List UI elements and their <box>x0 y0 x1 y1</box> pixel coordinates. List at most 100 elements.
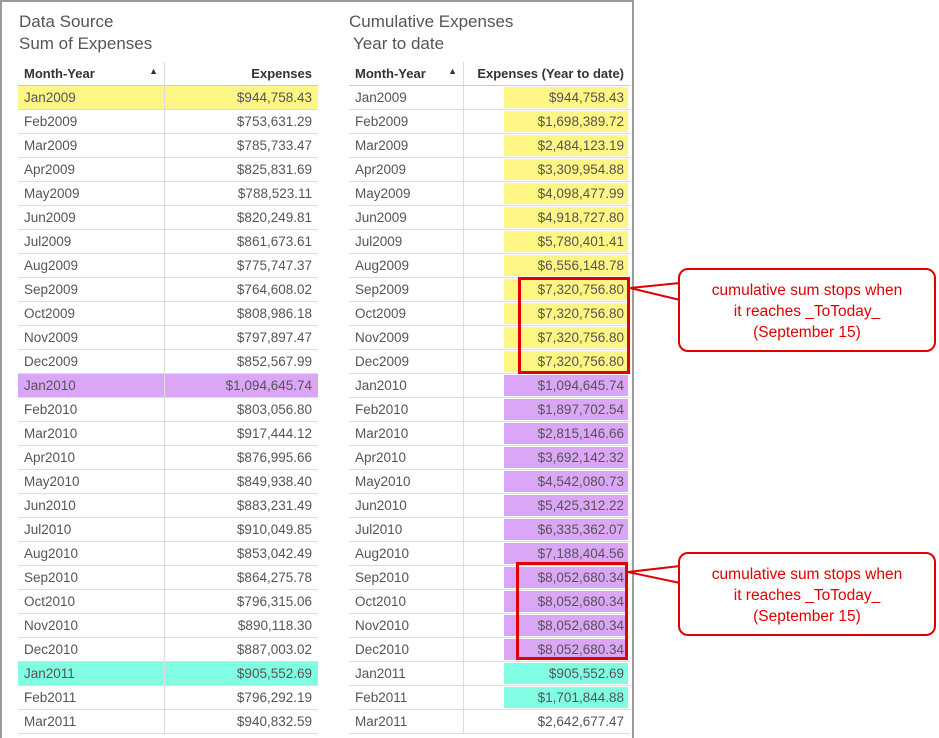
month-cell: Aug2009 <box>18 253 165 278</box>
table-row[interactable]: Jan2010 $1,094,645.74 <box>349 373 630 398</box>
table-row[interactable]: May2010 $849,938.40 <box>18 469 318 494</box>
table-row[interactable]: Dec2010 $887,003.02 <box>18 637 318 662</box>
table-row[interactable]: Jun2009 $4,918,727.80 <box>349 205 630 230</box>
table-row[interactable]: Jan2011 $905,552.69 <box>349 661 630 686</box>
table-row[interactable]: Mar2011 $940,832.59 <box>18 709 318 734</box>
table-row[interactable]: Jan2009 $944,758.43 <box>349 85 630 110</box>
column-header-expenses-ytd[interactable]: Expenses (Year to date) <box>463 62 630 86</box>
cumulative-expenses-cell: $3,692,142.32 <box>463 445 630 470</box>
cumulative-expenses-cell: $6,335,362.07 <box>463 517 630 542</box>
table-row[interactable]: Mar2009 $785,733.47 <box>18 133 318 158</box>
table-row[interactable]: Nov2009 $797,897.47 <box>18 325 318 350</box>
month-cell: Jun2009 <box>349 205 464 230</box>
table-row[interactable]: Feb2010 $803,056.80 <box>18 397 318 422</box>
table-row[interactable]: Dec2009 $852,567.99 <box>18 349 318 374</box>
table-row[interactable]: Feb2009 $753,631.29 <box>18 109 318 134</box>
table-row[interactable]: Mar2009 $2,484,123.19 <box>349 133 630 158</box>
table-row[interactable]: Aug2009 $6,556,148.78 <box>349 253 630 278</box>
table-row[interactable]: Feb2011 $796,292.19 <box>18 685 318 710</box>
table-row[interactable]: May2009 $4,098,477.99 <box>349 181 630 206</box>
expenses-cell: $825,831.69 <box>164 157 318 182</box>
table-row[interactable]: Aug2009 $775,747.37 <box>18 253 318 278</box>
table-row[interactable]: Feb2011 $1,701,844.88 <box>349 685 630 710</box>
expenses-cell: $849,938.40 <box>164 469 318 494</box>
table-row[interactable]: Jun2009 $820,249.81 <box>18 205 318 230</box>
expenses-cell: $808,986.18 <box>164 301 318 326</box>
table-row[interactable]: Mar2010 $2,815,146.66 <box>349 421 630 446</box>
expenses-cell: $775,747.37 <box>164 253 318 278</box>
month-cell: Mar2009 <box>18 133 165 158</box>
table-row[interactable]: May2009 $788,523.11 <box>18 181 318 206</box>
month-cell: Oct2009 <box>18 301 165 326</box>
left-title: Data Source Sum of Expenses <box>19 11 152 55</box>
table-row[interactable]: Aug2010 $853,042.49 <box>18 541 318 566</box>
table-row[interactable]: Apr2009 $3,309,954.88 <box>349 157 630 182</box>
table-row[interactable]: Mar2010 $917,444.12 <box>18 421 318 446</box>
month-cell: Feb2011 <box>349 685 464 710</box>
table-row[interactable]: Jan2009 $944,758.43 <box>18 85 318 110</box>
cumulative-expenses-cell: $2,815,146.66 <box>463 421 630 446</box>
data-source-table: Month-Year ▲ Expenses Jan2009 $944,758.43 Feb… <box>18 62 318 734</box>
month-cell: Jul2010 <box>18 517 165 542</box>
sort-ascending-icon[interactable]: ▲ <box>149 66 158 76</box>
table-row[interactable]: Sep2009 $764,608.02 <box>18 277 318 302</box>
month-cell: Apr2010 <box>18 445 165 470</box>
table-row[interactable]: Apr2010 $3,692,142.32 <box>349 445 630 470</box>
month-cell: Nov2010 <box>18 613 165 638</box>
month-cell: Jan2010 <box>18 373 165 398</box>
expenses-cell: $887,003.02 <box>164 637 318 662</box>
month-cell: May2009 <box>18 181 165 206</box>
table-row[interactable]: Jan2011 $905,552.69 <box>18 661 318 686</box>
sort-ascending-icon[interactable]: ▲ <box>448 66 457 76</box>
expenses-cell: $910,049.85 <box>164 517 318 542</box>
table-row[interactable]: Jul2010 $910,049.85 <box>18 517 318 542</box>
table-row[interactable]: Jul2010 $6,335,362.07 <box>349 517 630 542</box>
table-row[interactable]: Feb2009 $1,698,389.72 <box>349 109 630 134</box>
table-row[interactable]: Sep2010 $864,275.78 <box>18 565 318 590</box>
callout-2009: cumulative sum stops when it reaches _ToT… <box>678 268 936 352</box>
right-title-line2: Year to date <box>353 34 445 53</box>
callout-2010: cumulative sum stops when it reaches _ToT… <box>678 552 936 636</box>
table-row[interactable]: Oct2010 $796,315.06 <box>18 589 318 614</box>
table-row[interactable]: Jul2009 $861,673.61 <box>18 229 318 254</box>
month-cell: Oct2010 <box>18 589 165 614</box>
column-header-month-year[interactable]: Month-Year ▲ <box>349 62 464 86</box>
cumulative-expenses-cell: $3,309,954.88 <box>463 157 630 182</box>
month-cell: Jan2011 <box>18 661 165 686</box>
table-row[interactable]: Apr2009 $825,831.69 <box>18 157 318 182</box>
expenses-cell: $796,292.19 <box>164 685 318 710</box>
expenses-cell: $764,608.02 <box>164 277 318 302</box>
expenses-cell: $788,523.11 <box>164 181 318 206</box>
month-cell: May2010 <box>18 469 165 494</box>
month-cell: Dec2010 <box>349 637 464 662</box>
cumulative-expenses-cell: $1,701,844.88 <box>463 685 630 710</box>
table-row[interactable]: Jun2010 $883,231.49 <box>18 493 318 518</box>
expenses-cell: $797,897.47 <box>164 325 318 350</box>
table-row[interactable]: Jun2010 $5,425,312.22 <box>349 493 630 518</box>
table-row[interactable]: Feb2010 $1,897,702.54 <box>349 397 630 422</box>
column-header-month-year[interactable]: Month-Year ▲ <box>18 62 165 86</box>
cumulative-expenses-cell: $4,098,477.99 <box>463 181 630 206</box>
month-cell: Jan2010 <box>349 373 464 398</box>
right-title: Cumulative Expenses Year to date <box>349 11 513 55</box>
month-cell: Jan2011 <box>349 661 464 686</box>
column-header-expenses[interactable]: Expenses <box>164 62 318 86</box>
month-cell: Mar2011 <box>18 709 165 734</box>
month-cell: Apr2009 <box>18 157 165 182</box>
table-row[interactable]: Mar2011 $2,642,677.47 <box>349 709 630 734</box>
month-cell: Jun2010 <box>18 493 165 518</box>
month-cell: Sep2009 <box>349 277 464 302</box>
table-row[interactable]: Oct2009 $808,986.18 <box>18 301 318 326</box>
month-cell: Mar2011 <box>349 709 464 734</box>
month-cell: Aug2010 <box>349 541 464 566</box>
table-row[interactable]: Jul2009 $5,780,401.41 <box>349 229 630 254</box>
table-row[interactable]: Nov2010 $890,118.30 <box>18 613 318 638</box>
table-row[interactable]: Jan2010 $1,094,645.74 <box>18 373 318 398</box>
cumulative-expenses-cell: $4,542,080.73 <box>463 469 630 494</box>
month-cell: Jul2009 <box>18 229 165 254</box>
cumulative-expenses-cell: $4,918,727.80 <box>463 205 630 230</box>
expenses-cell: $861,673.61 <box>164 229 318 254</box>
table-row[interactable]: May2010 $4,542,080.73 <box>349 469 630 494</box>
table-row[interactable]: Apr2010 $876,995.66 <box>18 445 318 470</box>
month-cell: Mar2010 <box>18 421 165 446</box>
